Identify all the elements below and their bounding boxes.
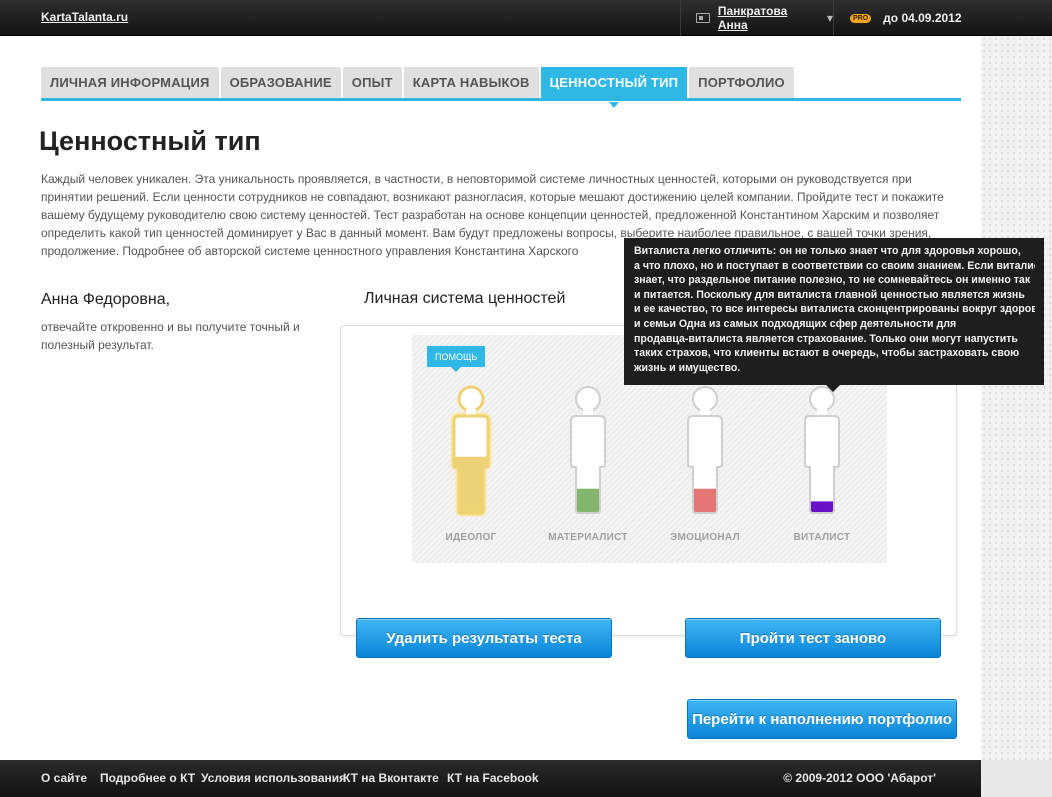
footer-link-more-about[interactable]: Подробнее о КТ bbox=[100, 771, 195, 785]
go-portfolio-button[interactable]: Перейти к наполнению портфолио bbox=[687, 699, 957, 739]
pro-expiry-date: до 04.09.2012 bbox=[883, 11, 962, 25]
user-menu[interactable]: Панкратова Анна ▼ bbox=[680, 0, 834, 36]
figure-label-emotional: ЭМОЦИОНАЛ bbox=[670, 532, 740, 543]
figure-materialist[interactable] bbox=[558, 384, 618, 519]
retake-test-button[interactable]: Пройти тест заново bbox=[685, 618, 941, 658]
figure-label-vitalist: ВИТАЛИСТ bbox=[793, 532, 851, 543]
tooltip-line: и семьи Одна из самых подходящих сфер де… bbox=[634, 317, 957, 330]
footer-link-facebook[interactable]: КТ на Facebook bbox=[447, 771, 539, 785]
footer: О сайте Подробнее о КТ Условия использов… bbox=[0, 760, 981, 797]
chevron-down-icon[interactable]: ▼ bbox=[827, 14, 833, 23]
pro-status: PRO до 04.09.2012 bbox=[850, 0, 962, 36]
figure-head bbox=[575, 386, 601, 412]
help-badge[interactable]: ПОМОЩЬ bbox=[427, 346, 486, 372]
figure-fill-level bbox=[805, 501, 839, 513]
figure-silhouette bbox=[450, 385, 492, 517]
figure-ideolog[interactable] bbox=[441, 384, 501, 519]
tab-label: КАРТА НАВЫКОВ bbox=[412, 75, 530, 90]
tab-label: ПОРТФОЛИО bbox=[698, 75, 785, 90]
figure-silhouette bbox=[804, 386, 840, 514]
figure-head bbox=[457, 385, 485, 413]
top-bar: KartaTalanta.ru Панкратова Анна ▼ PRO до… bbox=[0, 0, 1052, 36]
tab-personal-info[interactable]: ЛИЧНАЯ ИНФОРМАЦИЯ bbox=[41, 67, 219, 98]
side-texture bbox=[981, 36, 1052, 760]
delete-results-button[interactable]: Удалить результаты теста bbox=[356, 618, 612, 658]
tooltip-line: и питается. Поскольку для виталиста глав… bbox=[634, 288, 1025, 301]
footer-link-about[interactable]: О сайте bbox=[41, 771, 87, 785]
figure-vitalist[interactable] bbox=[792, 384, 852, 519]
user-name-link[interactable]: Панкратова Анна bbox=[718, 4, 819, 32]
figure-head bbox=[692, 386, 718, 412]
figure-silhouette bbox=[570, 386, 606, 514]
main-panel: ЛИЧНАЯ ИНФОРМАЦИЯ ОБРАЗОВАНИЕ ОПЫТ КАРТА… bbox=[0, 36, 981, 760]
tab-skills-map[interactable]: КАРТА НАВЫКОВ bbox=[403, 67, 539, 98]
tab-label: ЦЕННОСТНЫЙ ТИП bbox=[549, 75, 679, 90]
tab-experience[interactable]: ОПЫТ bbox=[342, 67, 402, 98]
value-system-title: Личная система ценностей bbox=[364, 290, 566, 307]
figure-label-ideolog: ИДЕОЛОГ bbox=[445, 532, 497, 543]
tab-label: ОБРАЗОВАНИЕ bbox=[229, 75, 332, 90]
person-hint: отвечайте откровенно и вы получите точны… bbox=[41, 320, 300, 352]
copyright: © 2009-2012 ООО 'Абарот' bbox=[783, 771, 936, 785]
tooltip-line: а что плохо, но и поступает в соответств… bbox=[634, 259, 1035, 272]
tooltip-line: таких страхов, что клиенты встают в очер… bbox=[634, 347, 1020, 360]
tab-label: ОПЫТ bbox=[351, 75, 393, 90]
vitalist-tooltip: Виталиста легко отличить: он не только з… bbox=[624, 238, 1044, 392]
tooltip-line: Виталиста легко отличить: он не только з… bbox=[634, 245, 1021, 257]
tooltip-line: жизнь и имущество. bbox=[634, 361, 741, 374]
footer-link-terms[interactable]: Условия использования bbox=[201, 771, 346, 785]
pro-badge: PRO bbox=[850, 13, 872, 23]
profile-tabs: ЛИЧНАЯ ИНФОРМАЦИЯ ОБРАЗОВАНИЕ ОПЫТ КАРТА… bbox=[41, 67, 961, 108]
figure-fill-level bbox=[688, 488, 722, 513]
tooltip-line: и ее качество, то все интересы виталиста… bbox=[634, 303, 1035, 316]
figure-label-materialist: МАТЕРИАЛИСТ bbox=[548, 532, 628, 543]
tab-education[interactable]: ОБРАЗОВАНИЕ bbox=[220, 67, 341, 98]
figure-silhouette bbox=[687, 386, 723, 514]
person-name: Анна Федоровна, bbox=[41, 291, 171, 308]
figure-emotional[interactable] bbox=[675, 384, 735, 519]
figure-fill-level bbox=[571, 488, 605, 513]
site-logo-link[interactable]: KartaTalanta.ru bbox=[41, 10, 128, 24]
footer-link-vkontakte[interactable]: КТ на Вконтакте bbox=[343, 771, 439, 785]
profile-card-icon bbox=[696, 13, 710, 23]
tooltip-line: продавца-виталиста является страхование.… bbox=[634, 332, 1018, 345]
tab-label: ЛИЧНАЯ ИНФОРМАЦИЯ bbox=[50, 75, 210, 90]
tooltip-line: знает, что раздельное питание полезно, т… bbox=[634, 274, 1031, 287]
tab-portfolio[interactable]: ПОРТФОЛИО bbox=[689, 67, 794, 98]
page-title: Ценностный тип bbox=[39, 126, 261, 156]
tab-value-type[interactable]: ЦЕННОСТНЫЙ ТИП bbox=[540, 67, 688, 108]
